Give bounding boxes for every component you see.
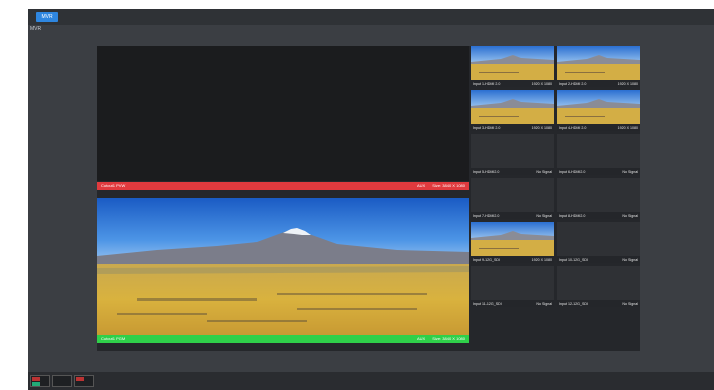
program-status-bar: Cutout1 PGM AUX Size: 3840 X 1080 (97, 335, 469, 343)
input-tile[interactable]: Input 8-HDMI2.0 No Signal (557, 178, 640, 219)
program-label: Cutout1 PGM (101, 336, 126, 341)
input-tile[interactable]: Input 9-12G_SDI 1920 X 1080 (471, 222, 554, 263)
input-status: No Signal (536, 213, 552, 218)
layout-preset-3[interactable] (74, 375, 94, 387)
input-tile-label: Input 11-12G_SDI No Signal (471, 300, 554, 307)
program-landscape-image (97, 198, 469, 335)
input-name: Input 2-HDMI 2.0 (559, 81, 587, 86)
input-status: 1920 X 1080 (531, 81, 552, 86)
top-toolbar: MVR (28, 9, 714, 25)
input-name: Input 12-12G_SDI (559, 301, 588, 306)
input-name: Input 4-HDMI 2.0 (559, 125, 587, 130)
input-name: Input 10-12G_SDI (559, 257, 588, 262)
input-name: Input 3-HDMI 2.0 (473, 125, 501, 130)
input-thumbnail-image (557, 90, 640, 124)
input-tile-label: Input 2-HDMI 2.0 1920 X 1080 (557, 80, 640, 87)
input-thumbnail-image (471, 46, 554, 80)
mvr-app: MVR MVR Cutout1 PVW AUX Size: 3840 X 108… (28, 9, 714, 390)
mvr-button[interactable]: MVR (36, 12, 58, 22)
input-tile-label: Input 8-HDMI2.0 No Signal (557, 212, 640, 219)
input-tile-label: Input 10-12G_SDI No Signal (557, 256, 640, 263)
input-name: Input 8-HDMI2.0 (559, 213, 586, 218)
input-name: Input 5-HDMI2.0 (473, 169, 500, 174)
input-thumbnail-image (471, 222, 554, 256)
input-tile-label: Input 5-HDMI2.0 No Signal (471, 168, 554, 175)
multiviewer-panel: Cutout1 PVW AUX Size: 3840 X 1080 Cutout… (97, 46, 640, 351)
input-tile-label: Input 9-12G_SDI 1920 X 1080 (471, 256, 554, 263)
input-status: 1920 X 1080 (617, 81, 638, 86)
input-tile-label: Input 6-HDMI2.0 No Signal (557, 168, 640, 175)
input-name: Input 1-HDMI 2.0 (473, 81, 501, 86)
input-tile[interactable]: Input 7-HDMI2.0 No Signal (471, 178, 554, 219)
input-status: 1920 X 1080 (531, 257, 552, 262)
input-thumbnail-image (557, 46, 640, 80)
layout-preset-bar (28, 372, 714, 390)
input-tile-label: Input 3-HDMI 2.0 1920 X 1080 (471, 124, 554, 131)
input-status: No Signal (622, 213, 638, 218)
input-tile[interactable]: Input 5-HDMI2.0 No Signal (471, 134, 554, 175)
input-tile[interactable]: Input 3-HDMI 2.0 1920 X 1080 (471, 90, 554, 131)
input-name: Input 7-HDMI2.0 (473, 213, 500, 218)
input-tile-label: Input 1-HDMI 2.0 1920 X 1080 (471, 80, 554, 87)
input-status: No Signal (622, 257, 638, 262)
input-tile-label: Input 4-HDMI 2.0 1920 X 1080 (557, 124, 640, 131)
preview-window[interactable] (97, 46, 469, 181)
input-tile[interactable]: Input 4-HDMI 2.0 1920 X 1080 (557, 90, 640, 131)
input-name: Input 6-HDMI2.0 (559, 169, 586, 174)
layout-preset-2[interactable] (52, 375, 72, 387)
input-status: No Signal (536, 301, 552, 306)
input-status: No Signal (622, 169, 638, 174)
input-tile-label: Input 7-HDMI2.0 No Signal (471, 212, 554, 219)
layout-preset-1[interactable] (30, 375, 50, 387)
preview-status-bar: Cutout1 PVW AUX Size: 3840 X 1080 (97, 182, 469, 190)
program-window[interactable] (97, 198, 469, 335)
preview-resolution: Size: 3840 X 1080 (432, 183, 465, 188)
input-name: Input 11-12G_SDI (473, 301, 502, 306)
input-tile-label: Input 12-12G_SDI No Signal (557, 300, 640, 307)
input-tile[interactable]: Input 1-HDMI 2.0 1920 X 1080 (471, 46, 554, 87)
page-title: MVR (30, 26, 42, 32)
input-status: No Signal (536, 169, 552, 174)
input-status: 1920 X 1080 (617, 125, 638, 130)
preview-aux-label: AUX (416, 183, 426, 188)
input-tile[interactable]: Input 6-HDMI2.0 No Signal (557, 134, 640, 175)
input-tile[interactable]: Input 10-12G_SDI No Signal (557, 222, 640, 263)
input-thumbnail-grid: Input 1-HDMI 2.0 1920 X 1080 Input 2-HDMI … (471, 46, 640, 307)
program-aux-label: AUX (416, 336, 426, 341)
preview-label: Cutout1 PVW (101, 183, 126, 188)
input-tile[interactable]: Input 12-12G_SDI No Signal (557, 266, 640, 307)
input-tile[interactable]: Input 11-12G_SDI No Signal (471, 266, 554, 307)
input-status: No Signal (622, 301, 638, 306)
input-name: Input 9-12G_SDI (473, 257, 500, 262)
input-thumbnail-image (471, 90, 554, 124)
input-tile[interactable]: Input 2-HDMI 2.0 1920 X 1080 (557, 46, 640, 87)
program-resolution: Size: 3840 X 1080 (432, 336, 465, 341)
input-status: 1920 X 1080 (531, 125, 552, 130)
